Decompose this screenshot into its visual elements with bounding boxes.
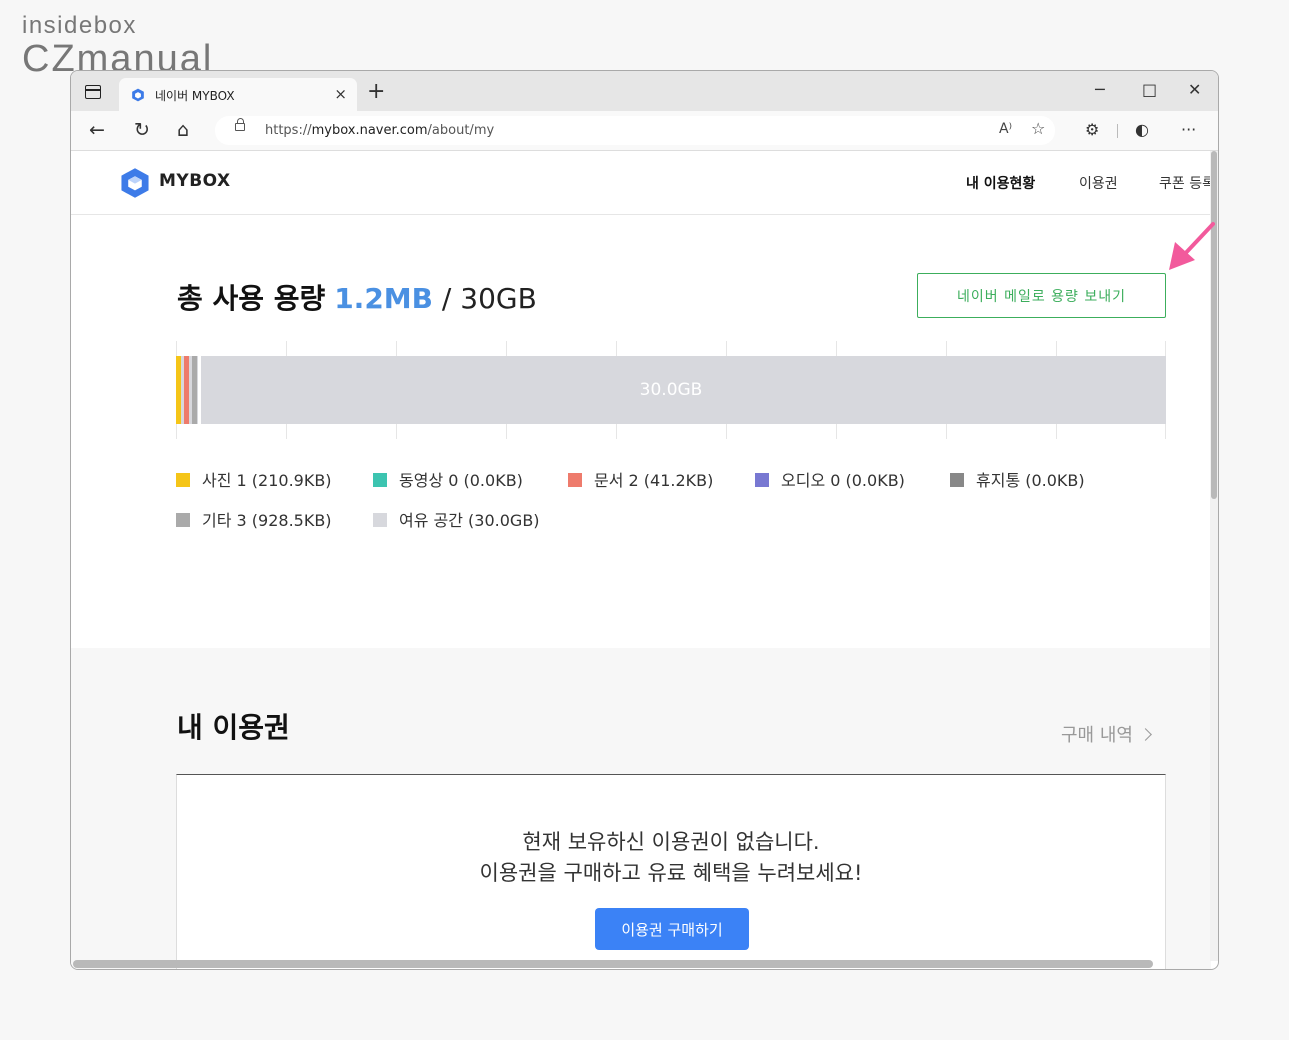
ticket-empty-box: 현재 보유하신 이용권이 없습니다. 이용권을 구매하고 유료 혜택을 누려보세… <box>176 774 1166 969</box>
back-icon[interactable]: ← <box>89 119 105 141</box>
legend-swatch <box>568 473 582 487</box>
nav-coupon[interactable]: 쿠폰 등록 <box>1159 173 1215 193</box>
legend-label: 기타 3 (928.5KB) <box>202 511 332 530</box>
bar-segment-기타 <box>192 356 197 424</box>
vertical-scrollbar-thumb[interactable] <box>1211 151 1217 499</box>
new-tab-button[interactable]: + <box>367 79 385 104</box>
my-tickets-title: 내 이용권 <box>177 711 290 744</box>
legend-swatch <box>950 473 964 487</box>
add-favorite-icon[interactable]: ☆ <box>1031 119 1045 138</box>
browser-window: 네이버 MYBOX × + ─ □ ✕ ← ↻ ⌂ https://mybox.… <box>70 70 1219 970</box>
purchase-history-label: 구매 내역 <box>1061 725 1133 746</box>
legend-label: 동영상 0 (0.0KB) <box>399 471 523 490</box>
legend-trash: 휴지통 (0.0KB) <box>950 467 1085 491</box>
used-amount: 1.2MB <box>334 282 434 315</box>
storage-usage-bar: 30.0GB <box>176 356 1166 424</box>
usage-title-prefix: 총 사용 용량 <box>177 282 326 315</box>
legend-free-space: 여유 공간 (30.0GB) <box>373 507 540 531</box>
url-path: /about/my <box>427 123 495 138</box>
legend-label: 휴지통 (0.0KB) <box>976 471 1085 490</box>
watermark-logo: insidebox CZmanual <box>22 12 213 79</box>
brand-name[interactable]: MYBOX <box>159 171 231 191</box>
read-aloud-icon[interactable]: A⁾ <box>999 121 1012 137</box>
bar-free-label: 30.0GB <box>639 380 703 400</box>
legend-swatch <box>176 473 190 487</box>
legend-label: 문서 2 (41.2KB) <box>594 471 714 490</box>
address-toolbar: ← ↻ ⌂ https://mybox.naver.com/about/my A… <box>71 111 1218 151</box>
nav-tickets[interactable]: 이용권 <box>1079 173 1118 193</box>
tab-strip: 네이버 MYBOX × + ─ □ ✕ <box>71 71 1218 111</box>
horizontal-scrollbar-thumb[interactable] <box>73 960 1153 968</box>
tab-mybox[interactable]: 네이버 MYBOX × <box>119 78 357 111</box>
legend-swatch <box>755 473 769 487</box>
chevron-right-icon <box>1138 728 1152 741</box>
legend-audio: 오디오 0 (0.0KB) <box>755 467 905 491</box>
purchase-history-link[interactable]: 구매 내역 <box>1061 721 1152 747</box>
url-text[interactable]: https://mybox.naver.com/about/my <box>265 123 494 138</box>
legend-other: 기타 3 (928.5KB) <box>176 507 332 531</box>
legend-label: 사진 1 (210.9KB) <box>202 471 332 490</box>
empty-message-line2: 이용권을 구매하고 유료 혜택을 누려보세요! <box>479 861 863 885</box>
maximize-button[interactable]: □ <box>1142 80 1157 99</box>
site-header: MYBOX 내 이용현황 이용권 쿠폰 등록 <box>71 151 1215 215</box>
refresh-icon[interactable]: ↻ <box>134 119 150 141</box>
browser-essentials-icon[interactable]: ◐ <box>1135 120 1149 139</box>
nav-my-usage[interactable]: 내 이용현황 <box>966 173 1035 193</box>
legend-label: 여유 공간 (30.0GB) <box>399 511 540 530</box>
ticket-section: 내 이용권 구매 내역 현재 보유하신 이용권이 없습니다. 이용권을 구매하고… <box>71 648 1211 969</box>
legend-document: 문서 2 (41.2KB) <box>568 467 713 491</box>
more-menu-icon[interactable]: ··· <box>1181 120 1196 139</box>
watermark-line1: insidebox <box>22 12 137 39</box>
legend-label: 오디오 0 (0.0KB) <box>781 471 905 490</box>
send-storage-via-naver-mail-button[interactable]: 네이버 메일로 용량 보내기 <box>917 273 1166 318</box>
url-domain: mybox.naver.com <box>311 123 428 138</box>
tab-actions-icon[interactable] <box>85 85 101 99</box>
mybox-favicon-icon <box>132 88 144 102</box>
total-amount: 30GB <box>460 282 537 315</box>
close-window-button[interactable]: ✕ <box>1188 80 1201 99</box>
buy-ticket-button[interactable]: 이용권 구매하기 <box>595 908 749 950</box>
bar-segment-gap <box>198 356 201 424</box>
legend-video: 동영상 0 (0.0KB) <box>373 467 523 491</box>
usage-title: 총 사용 용량 1.2MB / 30GB <box>177 277 537 317</box>
lock-icon[interactable] <box>235 118 245 131</box>
tab-close-icon[interactable]: × <box>334 85 347 103</box>
empty-ticket-message: 현재 보유하신 이용권이 없습니다. 이용권을 구매하고 유료 혜택을 누려보세… <box>177 827 1165 889</box>
page-viewport: MYBOX 내 이용현황 이용권 쿠폰 등록 총 사용 용량 1.2MB / 3… <box>71 151 1218 969</box>
bar-segment-사진 <box>176 356 181 424</box>
tab-title: 네이버 MYBOX <box>155 89 235 103</box>
legend-swatch <box>176 513 190 527</box>
annotation-arrow-icon <box>1169 222 1215 270</box>
address-bar[interactable]: https://mybox.naver.com/about/my A⁾ ☆ <box>215 116 1055 145</box>
legend-swatch <box>373 473 387 487</box>
usage-slash: / <box>441 282 452 315</box>
legend-photo: 사진 1 (210.9KB) <box>176 467 332 491</box>
home-icon[interactable]: ⌂ <box>177 119 189 141</box>
url-scheme: https:// <box>265 123 312 138</box>
usage-section: 총 사용 용량 1.2MB / 30GB 네이버 메일로 용량 보내기 30.0… <box>71 215 1211 648</box>
mybox-logo-icon[interactable] <box>120 167 150 199</box>
toolbar-divider <box>1117 124 1118 138</box>
empty-message-line1: 현재 보유하신 이용권이 없습니다. <box>522 830 820 854</box>
minimize-button[interactable]: ─ <box>1095 80 1105 99</box>
bar-segment-문서 <box>184 356 189 424</box>
extensions-icon[interactable]: ⚙ <box>1085 120 1099 139</box>
legend-swatch <box>373 513 387 527</box>
